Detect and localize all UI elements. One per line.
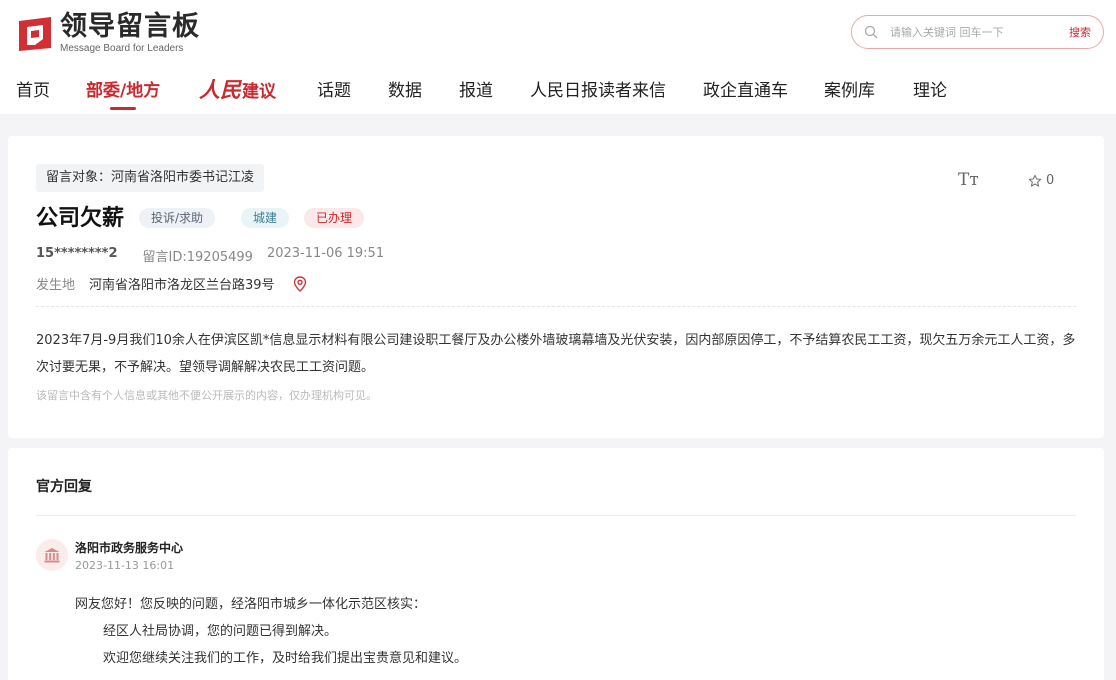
nav-item-theory[interactable]: 理论 — [913, 76, 947, 101]
favorite-button[interactable]: 0 — [1028, 173, 1054, 188]
privacy-notice: 该留言中含有个人信息或其他不便公开展示的内容，仅办理机构可见。 — [36, 389, 377, 402]
font-size-toggle[interactable]: Tт — [958, 170, 979, 190]
message-location: 发生地 河南省洛阳市洛龙区兰台路39号 — [36, 274, 307, 293]
reply-divider — [36, 515, 1076, 516]
message-user: 15********2 — [36, 246, 118, 261]
location-label: 发生地 — [36, 278, 76, 293]
search-input[interactable] — [890, 22, 1060, 42]
reply-line-1: 经区人社局协调，您的问题已得到解决。 — [103, 624, 338, 639]
nav-active-underline — [110, 107, 136, 110]
reply-section-title: 官方回复 — [36, 479, 92, 495]
type-badge: 投诉/求助 — [139, 208, 216, 228]
location-value: 河南省洛阳市洛龙区兰台路39号 — [89, 278, 275, 293]
search-icon — [864, 25, 878, 39]
location-pin-icon[interactable] — [293, 275, 307, 292]
nav-item-business-express[interactable]: 政企直通车 — [703, 76, 788, 101]
reply-org-name: 洛阳市政务服务中心 — [75, 541, 184, 555]
nav-renmin-script: 人民 — [199, 77, 241, 102]
government-building-icon — [44, 548, 60, 563]
site-logo[interactable]: 领导留言板 Message Board for Leaders — [16, 12, 200, 55]
nav-item-topics[interactable]: 话题 — [317, 76, 351, 101]
message-title: 公司欠薪 — [36, 206, 125, 231]
nav-item-people-suggestions[interactable]: 人民 建议 — [199, 74, 276, 104]
site-header: 领导留言板 Message Board for Leaders 搜索 首页 部委… — [0, 0, 1116, 114]
nav-item-case-library[interactable]: 案例库 — [824, 76, 875, 101]
message-target: 留言对象：河南省洛阳市委书记江凌 — [36, 164, 265, 192]
search-button[interactable]: 搜索 — [1069, 24, 1091, 40]
logo-subtitle: Message Board for Leaders — [60, 43, 184, 54]
message-content: 2023年7月-9月我们10余人在伊滨区凯*信息显示材料有限公司建设职工餐厅及办… — [36, 333, 1076, 375]
org-avatar — [36, 539, 68, 571]
nav-renmin-plain: 建议 — [242, 81, 276, 102]
reply-line-2: 欢迎您继续关注我们的工作，及时给我们提出宝贵意见和建议。 — [103, 651, 468, 666]
nav-item-data[interactable]: 数据 — [388, 76, 422, 101]
message-meta: 15********2 留言ID:19205499 2023-11-06 19:… — [36, 246, 384, 265]
search-box: 搜索 — [851, 15, 1104, 49]
nav-item-home[interactable]: 首页 — [16, 76, 50, 101]
favorite-count: 0 — [1046, 173, 1055, 188]
nav-item-reader-letters[interactable]: 人民日报读者来信 — [530, 76, 666, 101]
content-divider — [36, 306, 1076, 307]
domain-badge: 城建 — [241, 208, 290, 228]
nav-item-reports[interactable]: 报道 — [459, 76, 493, 101]
main-nav: 首页 部委/地方 人民 建议 话题 数据 报道 人民日报读者来信 政企直通车 案… — [0, 72, 1116, 112]
status-badge: 已办理 — [304, 208, 365, 228]
message-datetime: 2023-11-06 19:51 — [266, 246, 385, 261]
nav-item-ministries-local[interactable]: 部委/地方 — [86, 76, 160, 101]
reply-time: 2023-11-13 16:01 — [75, 559, 175, 572]
star-icon — [1028, 174, 1042, 187]
message-card: 留言对象：河南省洛阳市委书记江凌 Tт 0 公司欠薪 投诉/求助 城建 已办理 … — [8, 136, 1104, 438]
official-reply-card: 官方回复 洛阳市政务服务中心 2023-11-13 16:01 网友您好！您反映… — [8, 448, 1104, 680]
logo-title: 领导留言板 — [60, 11, 200, 42]
logo-mark-icon — [19, 16, 51, 51]
message-id: 留言ID:19205499 — [142, 250, 253, 265]
reply-greeting: 网友您好！您反映的问题，经洛阳市城乡一体化示范区核实： — [75, 597, 427, 612]
